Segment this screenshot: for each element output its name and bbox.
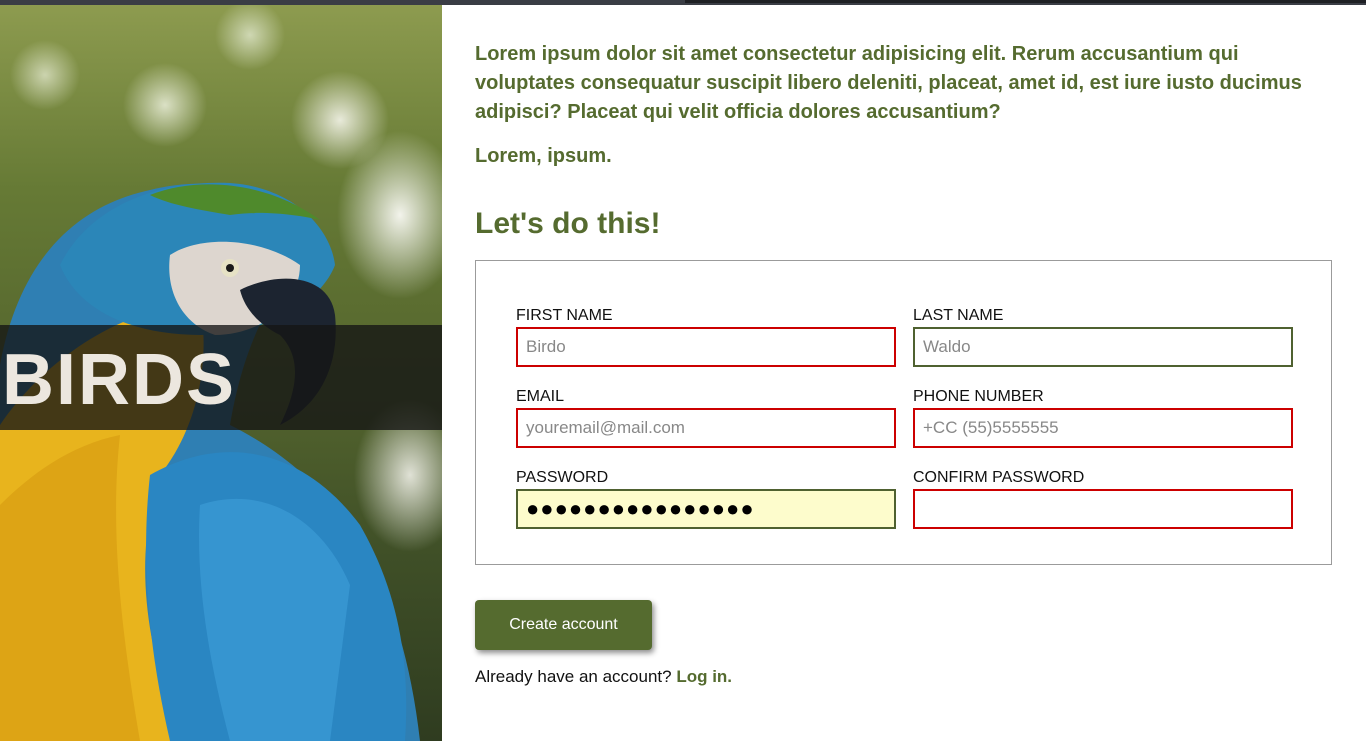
confirm-password-group: CONFIRM PASSWORD — [913, 469, 1293, 529]
phone-group: PHONE NUMBER +CC (55)5555555 — [913, 388, 1293, 448]
login-prompt: Already have an account? Log in. — [475, 667, 732, 687]
intro-paragraph: Lorem ipsum dolor sit amet consectetur a… — [475, 43, 1302, 123]
login-prompt-text: Already have an account? — [475, 667, 672, 686]
first-name-label: FIRST NAME — [516, 307, 613, 324]
browser-top-bar-segment — [685, 0, 1366, 3]
first-name-input[interactable]: Birdo — [516, 327, 896, 367]
intro-subtitle: Lorem, ipsum. — [475, 145, 612, 167]
last-name-input[interactable]: Waldo — [913, 327, 1293, 367]
email-group: EMAIL youremail@mail.com — [516, 388, 896, 448]
hero-title: BIRDS — [2, 340, 237, 420]
form-heading: Let's do this! — [475, 207, 661, 240]
email-input[interactable]: youremail@mail.com — [516, 408, 896, 448]
password-input[interactable]: ●●●●●●●●●●●●●●●● — [516, 489, 896, 529]
confirm-password-input[interactable] — [913, 489, 1293, 529]
confirm-password-label: CONFIRM PASSWORD — [913, 469, 1085, 486]
phone-label: PHONE NUMBER — [913, 388, 1044, 405]
signup-form: FIRST NAME Birdo LAST NAME Waldo EMAIL y… — [475, 260, 1332, 565]
password-label: PASSWORD — [516, 469, 609, 486]
login-link[interactable]: Log in. — [676, 667, 732, 686]
last-name-group: LAST NAME Waldo — [913, 307, 1293, 367]
create-account-button[interactable]: Create account — [475, 600, 652, 650]
phone-input[interactable]: +CC (55)5555555 — [913, 408, 1293, 448]
first-name-group: FIRST NAME Birdo — [516, 307, 896, 367]
hero-panel: BIRDS — [0, 5, 442, 741]
password-group: PASSWORD ●●●●●●●●●●●●●●●● — [516, 469, 896, 529]
email-label: EMAIL — [516, 388, 565, 405]
last-name-label: LAST NAME — [913, 307, 1004, 324]
